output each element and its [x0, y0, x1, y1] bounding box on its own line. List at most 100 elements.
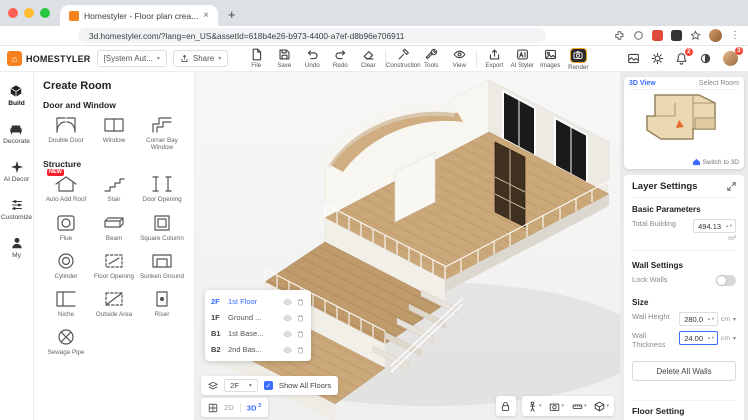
stepper-arrows[interactable]: ▲▼: [725, 224, 733, 228]
floor-setting-title[interactable]: Floor Setting: [632, 400, 736, 416]
chevron-down-icon[interactable]: ▾: [733, 316, 736, 323]
nav-item-build[interactable]: Build: [8, 84, 24, 107]
user-avatar[interactable]: 3: [723, 51, 738, 66]
mode-2d-button[interactable]: 2D: [224, 403, 234, 412]
trash-icon[interactable]: [296, 314, 305, 322]
stepper-arrows[interactable]: ▲▼: [707, 336, 715, 340]
nav-item-decorate[interactable]: Decorate: [3, 122, 30, 145]
item-beam[interactable]: Beam: [91, 213, 137, 242]
view-button[interactable]: View: [445, 47, 473, 69]
snapshot-button[interactable]: ▾: [549, 401, 564, 412]
render-gallery-button[interactable]: [627, 52, 640, 65]
camera-icon: [573, 50, 583, 60]
item-sewage-pipe[interactable]: Sewage Pipe: [43, 327, 89, 356]
floor-row-2f[interactable]: 2F 1st Floor: [211, 294, 305, 309]
floorplan-minimap[interactable]: [629, 90, 741, 146]
eye-icon[interactable]: [283, 346, 292, 354]
url-field[interactable]: 3d.homestyler.com/?lang=en_US&assetId=61…: [78, 28, 546, 43]
redo-button[interactable]: Redo: [326, 47, 354, 69]
delete-all-walls-button[interactable]: Delete All Walls: [632, 361, 736, 381]
item-square-column[interactable]: Square Column: [139, 213, 185, 242]
trash-icon[interactable]: [296, 298, 305, 306]
notifications-button[interactable]: 2: [675, 52, 688, 65]
theme-toggle-button[interactable]: [699, 52, 712, 65]
item-corner-bay-window[interactable]: Corner Bay Window: [139, 115, 185, 151]
render-button[interactable]: Render: [564, 47, 592, 71]
nav-item-ai-decor[interactable]: AI Decor: [4, 160, 30, 183]
close-window-button[interactable]: [8, 8, 18, 18]
export-button[interactable]: Export: [480, 47, 508, 69]
show-all-floors-checkbox[interactable]: ✓: [264, 381, 273, 390]
lock-view-button[interactable]: [496, 396, 516, 416]
nav-item-my[interactable]: My: [10, 236, 24, 259]
trash-icon[interactable]: [296, 330, 305, 338]
extension-generic-icon[interactable]: [633, 30, 644, 41]
extension-puzzle-icon[interactable]: [614, 30, 625, 41]
item-stair[interactable]: Stair: [91, 174, 137, 203]
browser-tab[interactable]: Homestyler - Floor plan crea... ×: [60, 5, 218, 26]
construction-button[interactable]: Construction: [389, 47, 417, 69]
item-niche[interactable]: Niche: [43, 289, 89, 318]
floor-select-dropdown[interactable]: 2F ▾: [224, 379, 258, 392]
images-button[interactable]: Images: [536, 47, 564, 69]
chevron-down-icon: ▾: [584, 403, 587, 409]
homestyler-logo[interactable]: ⌂ HOMESTYLER: [7, 51, 91, 66]
lock-walls-row: Lock Walls: [632, 275, 736, 286]
avatar-badge: 3: [735, 47, 743, 55]
lock-walls-toggle[interactable]: [716, 275, 736, 286]
tab-close-icon[interactable]: ×: [203, 11, 209, 21]
chevron-down-icon[interactable]: ▾: [733, 335, 736, 342]
settings-button[interactable]: [651, 52, 664, 65]
maximize-window-button[interactable]: [40, 8, 50, 18]
item-flue[interactable]: Flue: [43, 213, 89, 242]
item-cylinder[interactable]: Cylinder: [43, 251, 89, 280]
item-outside-area[interactable]: Outside Area: [91, 289, 137, 318]
stepper-arrows[interactable]: ▲▼: [707, 317, 715, 321]
viewport-3d[interactable]: 2F 1st Floor 1F Ground ... B: [195, 72, 620, 420]
floor-row-b1[interactable]: B1 1st Base...: [211, 326, 305, 341]
floor-row-1f[interactable]: 1F Ground ...: [211, 310, 305, 325]
eye-icon[interactable]: [283, 314, 292, 322]
minimize-window-button[interactable]: [24, 8, 34, 18]
total-building-input[interactable]: 494.13 ▲▼: [693, 219, 736, 233]
chevron-down-icon: ▾: [218, 55, 221, 62]
mode-3d-button[interactable]: 3D 3: [247, 403, 261, 413]
undo-button[interactable]: Undo: [298, 47, 326, 69]
extension-star-icon[interactable]: [690, 30, 701, 41]
eye-icon[interactable]: [283, 330, 292, 338]
cube-view-button[interactable]: ▾: [594, 401, 609, 412]
nav-item-customize[interactable]: Customize: [1, 198, 32, 221]
eye-icon[interactable]: [283, 298, 292, 306]
trash-icon[interactable]: [296, 346, 305, 354]
minimap-view-tab[interactable]: 3D View: [629, 80, 656, 87]
main-toolbar: File Save Undo Redo Clear Construction: [242, 47, 592, 71]
item-sunken-ground[interactable]: Sunken Ground: [139, 251, 185, 280]
expand-icon[interactable]: [727, 182, 736, 191]
share-button[interactable]: Share ▾: [173, 50, 228, 67]
switch-to-3d-button[interactable]: Switch to 3D: [692, 158, 740, 166]
extension-dark-icon[interactable]: [671, 30, 682, 41]
wall-height-input[interactable]: 280.0 ▲▼: [679, 312, 718, 326]
item-door-opening[interactable]: Door Opening: [139, 174, 185, 203]
item-window[interactable]: Window: [91, 115, 137, 151]
measure-button[interactable]: ▾: [572, 401, 587, 412]
item-floor-opening[interactable]: Floor Opening: [91, 251, 137, 280]
tools-button[interactable]: Tools: [417, 47, 445, 69]
file-button[interactable]: File: [242, 47, 270, 69]
save-button[interactable]: Save: [270, 47, 298, 69]
project-selector[interactable]: [System Aut... ▾: [97, 50, 167, 67]
sofa-icon: [9, 122, 23, 136]
walkthrough-button[interactable]: ▾: [527, 401, 542, 412]
item-riser[interactable]: Riser: [139, 289, 185, 318]
browser-menu-icon[interactable]: ⋮: [730, 30, 740, 41]
browser-profile-avatar[interactable]: [709, 29, 722, 42]
clear-button[interactable]: Clear: [354, 47, 382, 69]
select-room-link[interactable]: Select Room: [699, 80, 739, 87]
floor-row-b2[interactable]: B2 2nd Bas...: [211, 342, 305, 357]
item-auto-add-roof[interactable]: NEW Auto Add Roof: [43, 174, 89, 203]
item-double-door[interactable]: Double Door: [43, 115, 89, 151]
ai-styler-button[interactable]: AI Styler: [508, 47, 536, 69]
new-tab-button[interactable]: +: [228, 7, 236, 22]
extension-red-icon[interactable]: [652, 30, 663, 41]
wall-thickness-input[interactable]: 24.00 ▲▼: [679, 331, 718, 345]
